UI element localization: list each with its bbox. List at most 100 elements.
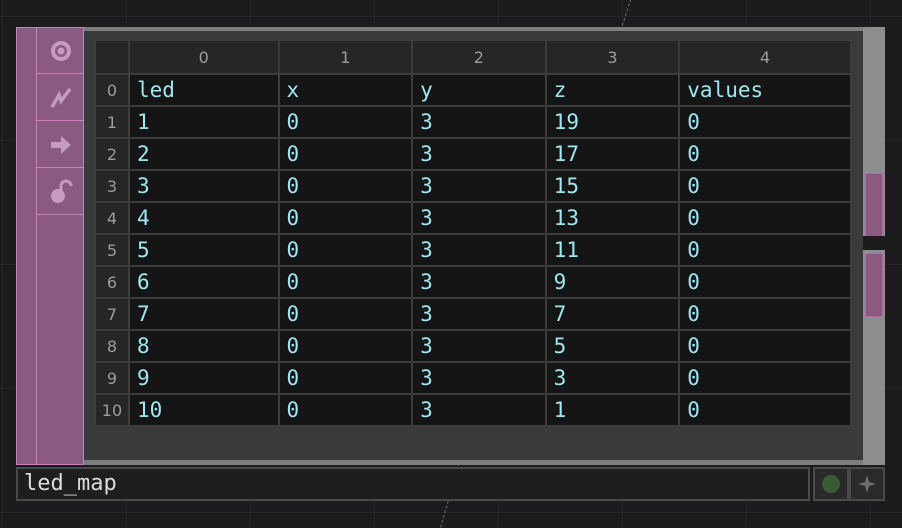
table-row: 660390 [94, 265, 852, 299]
data-table: 0 1 2 3 4 0 led x y z values 1 1 0 3 19 0 2 2 0 3 17 0 3 3 0 3 15 0 4… [94, 39, 852, 427]
cook-arrow-icon [50, 135, 71, 154]
table-cell[interactable]: y [411, 73, 547, 107]
row-index: 6 [94, 265, 130, 299]
table-viewer[interactable]: 0 1 2 3 4 0 led x y z values 1 1 0 3 19 0 2 2 0 3 17 0 3 3 0 3 15 0 4… [94, 39, 852, 457]
connector-gap [863, 236, 885, 250]
output-connector[interactable] [865, 173, 883, 237]
table-cell[interactable]: 5 [127, 233, 280, 267]
table-cell[interactable]: 0 [277, 105, 414, 139]
table-row: 10 10 0 3 1 0 [94, 393, 852, 427]
table-operator[interactable]: 0 1 2 3 4 0 led x y z values 1 1 0 3 19 0 2 2 0 3 17 0 3 3 0 3 15 0 4… [16, 27, 885, 465]
table-cell[interactable]: 0 [277, 329, 414, 363]
row-index: 8 [94, 329, 130, 363]
table-row: 880350 [94, 329, 852, 363]
table-cell[interactable]: 0 [277, 137, 414, 171]
table-cell[interactable]: 0 [277, 297, 414, 331]
table-cell[interactable]: 0 [678, 265, 852, 299]
row-index: 3 [94, 169, 130, 203]
output-connector[interactable] [865, 253, 883, 317]
active-dot-icon [822, 475, 840, 493]
pin-button[interactable] [849, 467, 885, 501]
row-index: 5 [94, 233, 130, 267]
operator-name-field[interactable]: led_map [16, 467, 810, 501]
table-cell[interactable]: 0 [277, 361, 414, 395]
lock-button[interactable] [37, 169, 84, 215]
column-index: 3 [544, 39, 681, 75]
table-cell[interactable]: 0 [678, 329, 852, 363]
table-cell[interactable]: 3 [411, 201, 547, 235]
table-cell[interactable]: 7 [544, 297, 681, 331]
table-row: 0 led x y z values [94, 73, 852, 107]
lock-icon [50, 179, 72, 203]
table-cell[interactable]: 15 [544, 169, 681, 203]
table-cell[interactable]: 3 [411, 137, 547, 171]
table-cell[interactable]: 0 [678, 105, 852, 139]
table-cell[interactable]: 9 [127, 361, 280, 395]
sidebar-stripe [17, 28, 37, 464]
column-index-row: 01234 [94, 39, 852, 75]
table-cell[interactable]: 3 [127, 169, 280, 203]
table-cell[interactable]: 0 [277, 201, 414, 235]
table-cell[interactable]: 1 [544, 393, 681, 427]
table-cell[interactable]: 0 [678, 393, 852, 427]
table-cell[interactable]: 3 [411, 105, 547, 139]
table-cell[interactable]: 10 [127, 393, 280, 427]
table-cell[interactable]: 8 [127, 329, 280, 363]
bypass-icon [49, 87, 71, 108]
table-cell[interactable]: 0 [277, 169, 414, 203]
table-cell[interactable]: 3 [411, 393, 547, 427]
table-row: 770370 [94, 297, 852, 331]
table-cell[interactable]: 6 [127, 265, 280, 299]
table-cell[interactable]: 17 [544, 137, 681, 171]
table-cell[interactable]: 5 [544, 329, 681, 363]
table-cell[interactable]: 7 [127, 297, 280, 331]
column-index: 2 [411, 39, 547, 75]
table-cell[interactable]: 0 [678, 169, 852, 203]
table-corner [94, 39, 130, 75]
table-row: 990330 [94, 361, 852, 395]
table-cell[interactable]: 0 [277, 393, 414, 427]
table-cell[interactable]: 19 [544, 105, 681, 139]
table-cell[interactable]: 3 [544, 361, 681, 395]
row-index: 4 [94, 201, 130, 235]
table-cell[interactable]: 13 [544, 201, 681, 235]
table-cell[interactable]: 0 [678, 201, 852, 235]
row-index: 9 [94, 361, 130, 395]
table-cell[interactable]: 0 [277, 233, 414, 267]
table-cell[interactable]: 9 [544, 265, 681, 299]
table-cell[interactable]: 3 [411, 297, 547, 331]
table-cell[interactable]: 4 [127, 201, 280, 235]
table-cell[interactable]: 11 [544, 233, 681, 267]
column-index: 4 [678, 39, 852, 75]
table-cell[interactable]: 3 [411, 169, 547, 203]
table-cell[interactable]: x [277, 73, 414, 107]
row-index: 10 [94, 393, 130, 427]
table-cell[interactable]: 3 [411, 329, 547, 363]
table-cell[interactable]: 0 [678, 361, 852, 395]
table-row: 3 3 0 3 15 0 [94, 169, 852, 203]
table-cell[interactable]: 0 [678, 137, 852, 171]
table-cell[interactable]: 3 [411, 265, 547, 299]
table-cell[interactable]: 1 [127, 105, 280, 139]
viewer-toggle-button[interactable] [37, 28, 84, 74]
column-index: 0 [127, 39, 280, 75]
table-cell[interactable]: 2 [127, 137, 280, 171]
table-row: 2 2 0 3 17 0 [94, 137, 852, 171]
row-index: 2 [94, 137, 130, 171]
table-cell[interactable]: 0 [678, 233, 852, 267]
table-cell[interactable]: led [127, 73, 280, 107]
table-cell[interactable]: 3 [411, 361, 547, 395]
bypass-button[interactable] [37, 75, 84, 121]
table-cell[interactable]: 0 [678, 297, 852, 331]
cook-button[interactable] [37, 122, 84, 168]
table-cell[interactable]: values [678, 73, 852, 107]
table-cell[interactable]: 3 [411, 233, 547, 267]
row-index: 0 [94, 73, 130, 107]
row-index: 1 [94, 105, 130, 139]
table-cell[interactable]: 0 [277, 265, 414, 299]
row-index: 7 [94, 297, 130, 331]
table-cell[interactable]: z [544, 73, 681, 107]
crosshair-pin-icon [858, 475, 876, 493]
viewer-active-button[interactable] [813, 467, 849, 501]
column-index: 1 [277, 39, 414, 75]
